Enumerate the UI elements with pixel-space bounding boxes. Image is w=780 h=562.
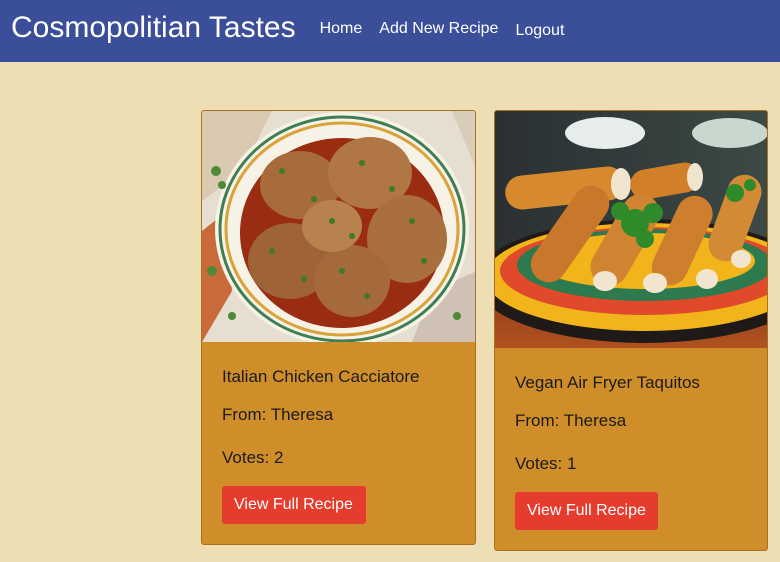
- view-full-recipe-button[interactable]: View Full Recipe: [222, 486, 366, 524]
- nav-link-logout[interactable]: Logout: [515, 22, 564, 40]
- recipe-author: From: Theresa: [222, 405, 334, 424]
- view-full-recipe-button[interactable]: View Full Recipe: [515, 492, 658, 530]
- site-brand[interactable]: Cosmopolitian Tastes: [11, 13, 296, 43]
- nav-link-add-new-recipe[interactable]: Add New Recipe: [379, 20, 498, 38]
- top-navbar: Cosmopolitian Tastes Home Add New Recipe…: [0, 0, 780, 62]
- recipe-title: Vegan Air Fryer Taquitos: [515, 373, 700, 392]
- recipe-title: Italian Chicken Cacciatore: [222, 367, 420, 386]
- recipe-card-italian-chicken-cacciatore: Italian Chicken Cacciatore From: Theresa…: [201, 110, 476, 545]
- recipe-author: From: Theresa: [515, 411, 627, 430]
- recipe-votes: Votes: 1: [515, 454, 577, 473]
- chicken-cacciatore-photo: [202, 111, 475, 342]
- taquitos-photo: [495, 111, 767, 348]
- recipe-card-vegan-air-fryer-taquitos: Vegan Air Fryer Taquitos From: Theresa V…: [494, 110, 768, 551]
- recipe-votes: Votes: 2: [222, 448, 284, 467]
- nav-link-home[interactable]: Home: [320, 20, 363, 38]
